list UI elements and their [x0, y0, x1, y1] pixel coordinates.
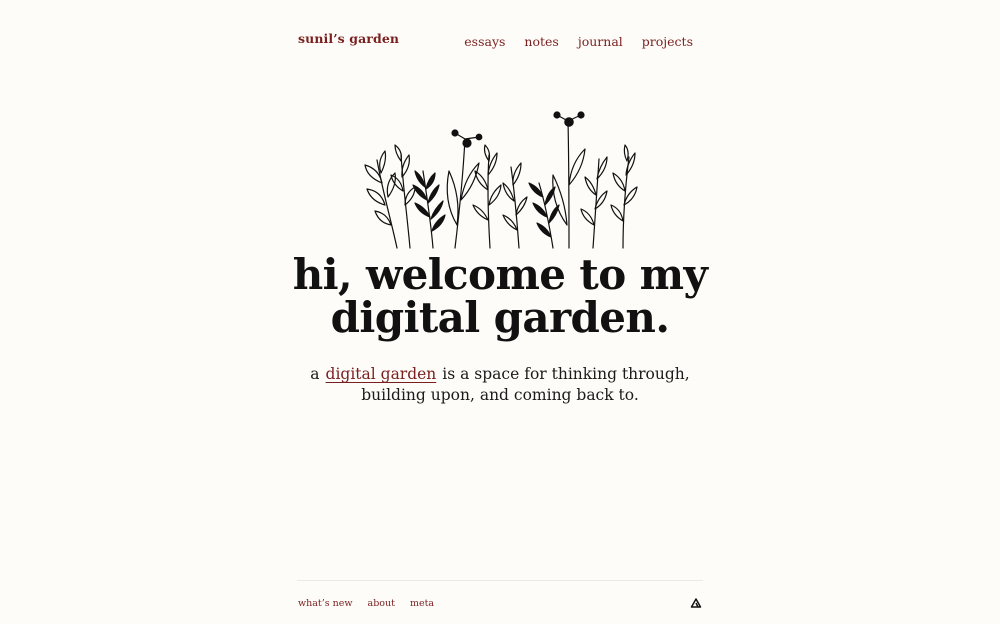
footer-nav: what’s new about meta: [298, 598, 434, 609]
hero-headline: hi, welcome to my digital garden.: [200, 253, 800, 339]
footer-link-meta[interactable]: meta: [410, 598, 434, 609]
main-nav: essays notes journal projects: [464, 34, 693, 49]
nav-item-journal[interactable]: journal: [578, 34, 623, 49]
triangle-logo-icon[interactable]: [690, 597, 702, 609]
site-title-link[interactable]: sunil’s garden: [298, 31, 399, 46]
tagline-line2: building upon, and coming back to.: [361, 386, 639, 404]
nav-item-essays[interactable]: essays: [464, 34, 505, 49]
nav-item-projects[interactable]: projects: [642, 34, 693, 49]
digital-garden-link[interactable]: digital garden: [326, 365, 437, 383]
footer-link-whats-new[interactable]: what’s new: [298, 598, 353, 609]
tagline-rest: is a space for thinking through,: [442, 365, 690, 383]
wildflowers-illustration-icon: [364, 111, 638, 249]
footer-link-about[interactable]: about: [368, 598, 395, 609]
hero-headline-line2: digital garden.: [330, 293, 670, 342]
hero-headline-line1: hi, welcome to my: [292, 250, 708, 299]
hero-tagline: a digital garden is a space for thinking t…: [250, 364, 750, 406]
tagline-prefix: a: [310, 365, 320, 383]
footer-divider: [297, 580, 703, 581]
nav-item-notes[interactable]: notes: [524, 34, 558, 49]
